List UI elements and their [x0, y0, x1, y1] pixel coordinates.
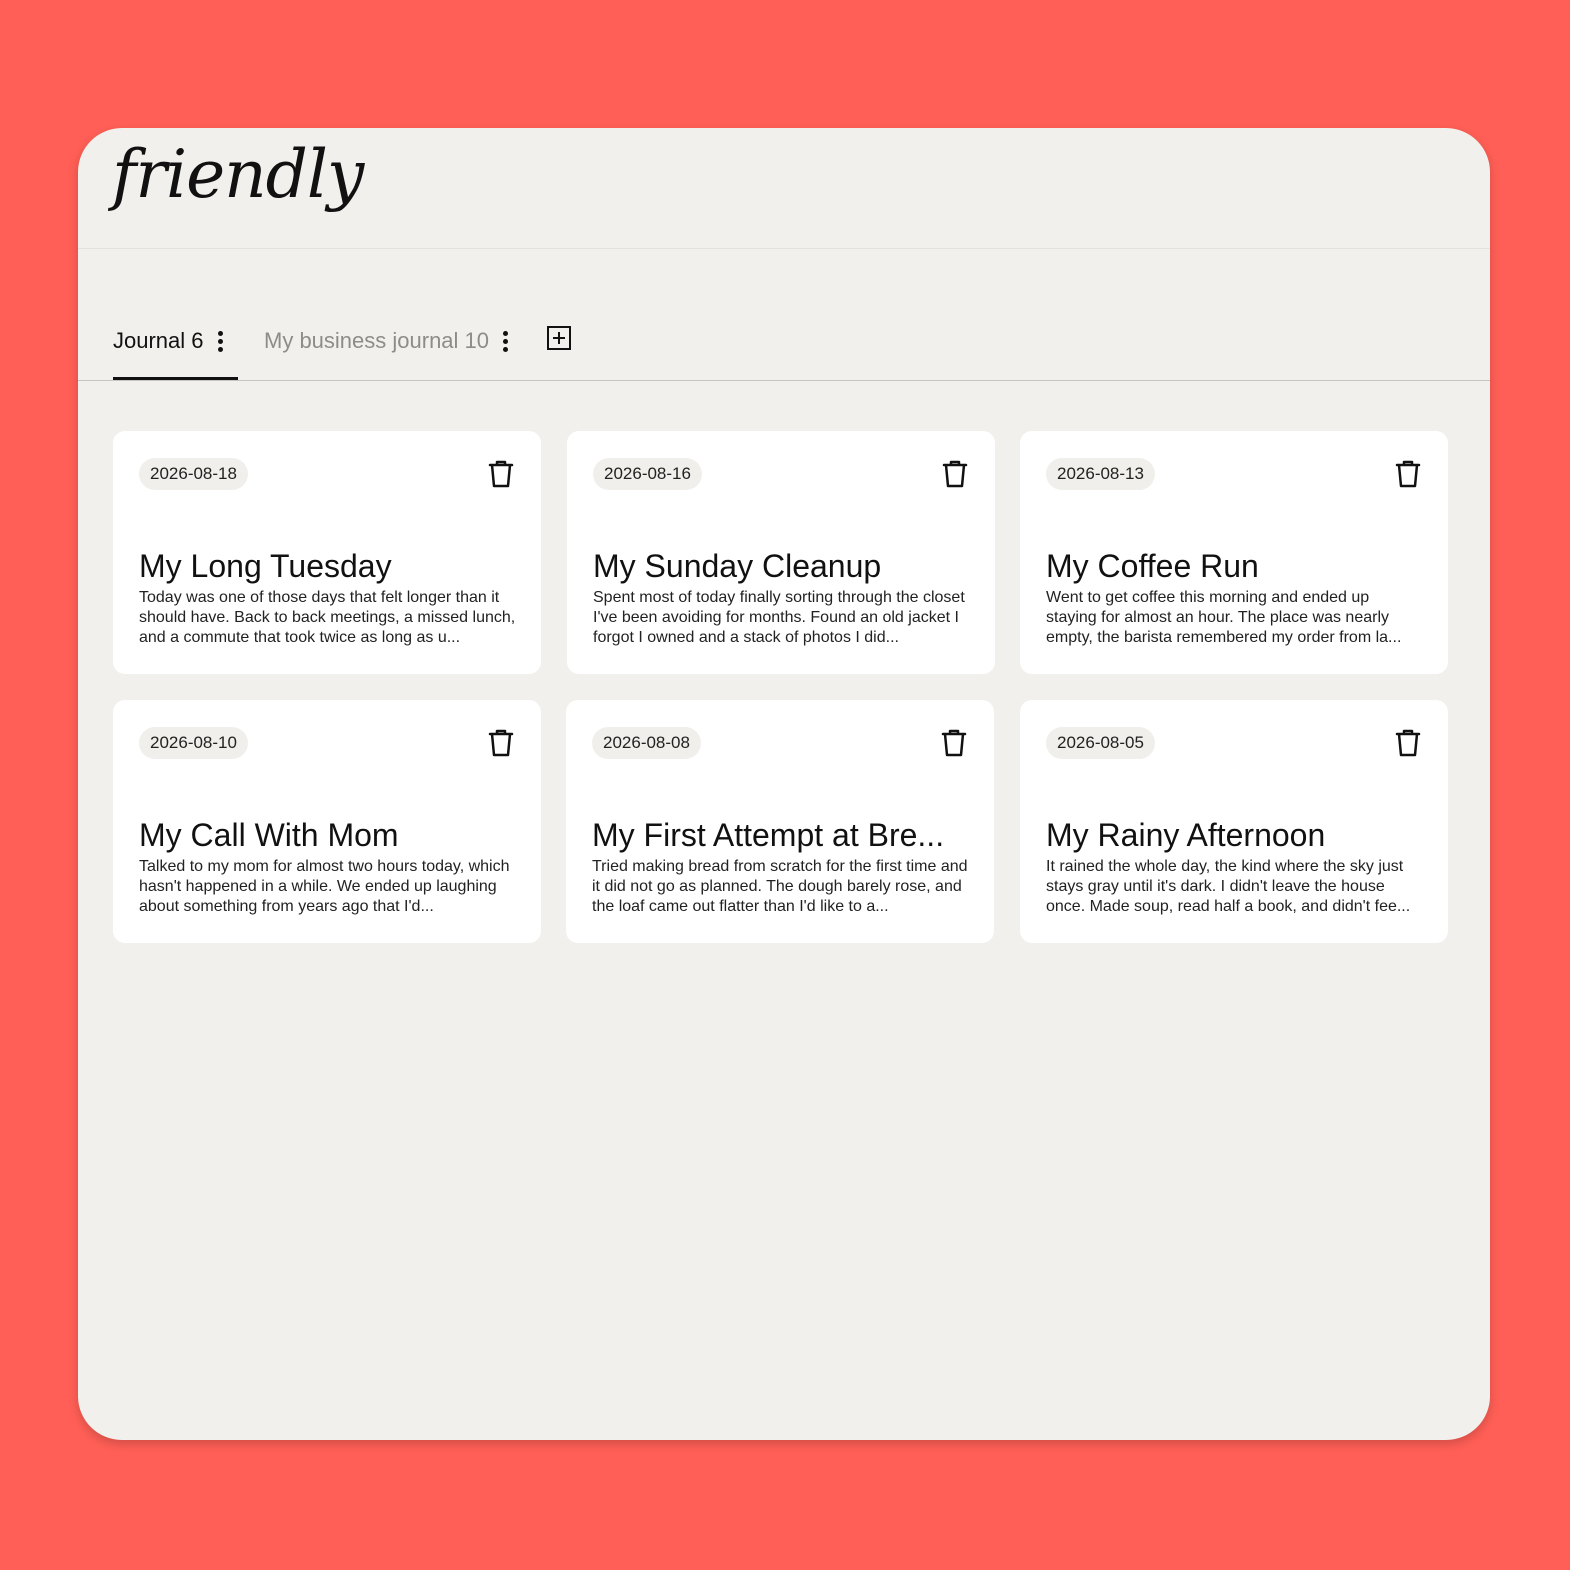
entry-card[interactable]: 2026-08-13 My Coffee Run Went to get cof…	[1020, 431, 1448, 674]
entry-date-chip: 2026-08-10	[139, 727, 248, 759]
entry-excerpt: Today was one of those days that felt lo…	[139, 589, 516, 646]
entry-date-chip: 2026-08-16	[593, 458, 702, 490]
trash-icon[interactable]	[1394, 728, 1422, 758]
entry-excerpt: Tried making bread from scratch for the …	[592, 858, 968, 915]
entry-excerpt: Talked to my mom for almost two hours to…	[139, 858, 510, 915]
entry-card[interactable]: 2026-08-18 My Long Tuesday Today was one…	[113, 431, 541, 674]
trash-icon[interactable]	[487, 728, 515, 758]
tab-journal-6[interactable]: Journal 6	[113, 318, 238, 380]
app-window: friendly Journal 6 My business journal 1…	[78, 128, 1490, 1440]
entry-title: My Call With Mom	[139, 817, 399, 853]
entry-date-chip: 2026-08-18	[139, 458, 248, 490]
entry-date-chip: 2026-08-05	[1046, 727, 1155, 759]
entry-date-chip: 2026-08-13	[1046, 458, 1155, 490]
entry-excerpt: Went to get coffee this morning and ende…	[1046, 589, 1402, 646]
entry-title: My First Attempt at Bre...	[592, 817, 945, 853]
entry-card[interactable]: 2026-08-16 My Sunday Cleanup Spent most …	[567, 431, 995, 674]
trash-icon[interactable]	[941, 459, 969, 489]
kebab-vertical-icon[interactable]	[217, 331, 226, 355]
trash-icon[interactable]	[1394, 459, 1422, 489]
kebab-vertical-icon[interactable]	[503, 331, 511, 355]
entry-title: My Long Tuesday	[139, 548, 392, 584]
add-journal-tab-button[interactable]	[547, 326, 571, 350]
journal-tabs: Journal 6 My business journal 10	[78, 318, 1490, 381]
trash-icon[interactable]	[940, 728, 968, 758]
entry-title: My Coffee Run	[1046, 548, 1259, 584]
entry-date-chip: 2026-08-08	[592, 727, 701, 759]
entry-excerpt: Spent most of today finally sorting thro…	[593, 589, 965, 646]
entry-card[interactable]: 2026-08-10 My Call With Mom Talked to my…	[113, 700, 541, 943]
tab-my-business-journal-10[interactable]: My business journal 10	[264, 318, 524, 380]
trash-icon[interactable]	[487, 459, 515, 489]
entry-title: My Sunday Cleanup	[593, 548, 882, 584]
tab-label: Journal 6	[113, 328, 204, 353]
entry-excerpt: It rained the whole day, the kind where …	[1046, 858, 1411, 915]
entry-title: My Rainy Afternoon	[1046, 817, 1326, 853]
tab-label: My business journal 10	[264, 328, 490, 353]
entry-card[interactable]: 2026-08-05 My Rainy Afternoon It rained …	[1020, 700, 1448, 943]
app-header: friendly	[78, 128, 1490, 249]
app-logo: friendly	[112, 136, 364, 213]
entry-card[interactable]: 2026-08-08 My First Attempt at Bre... Tr…	[566, 700, 994, 943]
